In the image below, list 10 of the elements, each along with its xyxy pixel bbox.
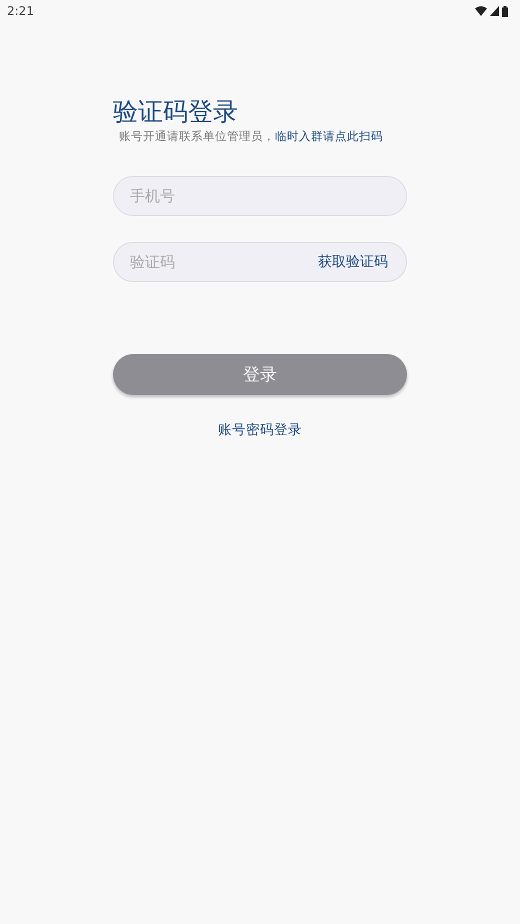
password-login-link[interactable]: 账号密码登录 <box>218 421 302 439</box>
scan-link[interactable]: 临时入群请点此扫码 <box>275 129 383 143</box>
signal-icon <box>490 6 499 16</box>
status-time: 2:21 <box>7 4 34 18</box>
account-hint: 账号开通请联系单位管理员，临时入群请点此扫码 <box>119 128 384 144</box>
wifi-icon <box>475 6 487 16</box>
battery-icon <box>502 6 508 16</box>
get-code-button[interactable]: 获取验证码 <box>318 254 388 270</box>
page-title: 验证码登录 <box>113 96 239 128</box>
phone-field[interactable]: 手机号 <box>113 176 407 216</box>
